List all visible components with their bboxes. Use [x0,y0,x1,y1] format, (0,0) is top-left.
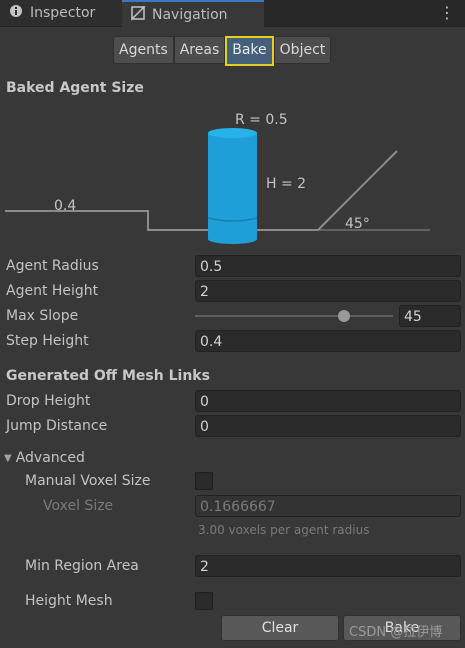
mode-areas-button[interactable]: Areas [173,36,226,64]
mode-bake-button[interactable]: Bake [225,36,274,66]
max-slope-slider-knob[interactable] [337,310,350,322]
step-height-field[interactable]: 0.4 [195,330,461,352]
max-slope-slider-track[interactable] [195,315,393,317]
mode-button-group: Agents Areas Bake Object [113,36,332,66]
advanced-label: Advanced [15,450,85,466]
mode-object-button[interactable]: Object [273,36,332,64]
voxel-size-hint: 3.00 voxels per agent radius [198,523,370,537]
tab-navigation[interactable]: Navigation [122,0,264,27]
drop-height-label: Drop Height [6,393,91,409]
step-height-label: Step Height [6,333,89,349]
drop-height-field[interactable]: 0 [195,390,461,412]
clear-button[interactable]: Clear [221,615,339,641]
offmesh-links-heading: Generated Off Mesh Links [6,368,210,384]
baked-agent-size-heading: Baked Agent Size [6,80,144,96]
height-label: H = 2 [266,176,307,192]
tab-navigation-label: Navigation [152,6,228,23]
info-icon [8,3,24,23]
min-region-area-field[interactable]: 2 [195,555,461,577]
voxel-size-field: 0.1666667 [195,495,461,517]
jump-distance-label: Jump Distance [6,418,108,434]
window-tab-bar: Inspector Navigation ⋮ [0,0,465,27]
more-options-icon[interactable]: ⋮ [439,3,455,22]
max-slope-field[interactable]: 45 [399,305,461,327]
tab-inspector[interactable]: Inspector [0,0,130,26]
advanced-foldout[interactable]: ▼ Advanced [4,450,85,466]
radius-label: R = 0.5 [235,112,288,128]
watermark: CSDN @拉伊博 [349,625,443,640]
manual-voxel-size-checkbox[interactable] [195,472,213,490]
manual-voxel-size-label: Manual Voxel Size [25,473,151,489]
agent-radius-field[interactable]: 0.5 [195,255,461,277]
min-region-area-label: Min Region Area [25,558,139,574]
max-slope-label: Max Slope [6,308,79,324]
height-mesh-label: Height Mesh [25,593,113,609]
agent-size-diagram [5,128,430,244]
agent-height-label: Agent Height [6,283,99,299]
agent-height-field[interactable]: 2 [195,280,461,302]
slope-diagram-label: 45° [345,216,370,232]
agent-radius-label: Agent Radius [6,258,99,274]
voxel-size-label: Voxel Size [43,498,114,514]
foldout-expanded-icon: ▼ [4,452,12,464]
jump-distance-field[interactable]: 0 [195,415,461,437]
tab-inspector-label: Inspector [30,5,96,21]
mode-agents-button[interactable]: Agents [113,36,174,64]
navigation-mesh-icon [130,5,146,25]
step-height-diagram-label: 0.4 [54,198,77,214]
height-mesh-checkbox[interactable] [195,592,213,610]
